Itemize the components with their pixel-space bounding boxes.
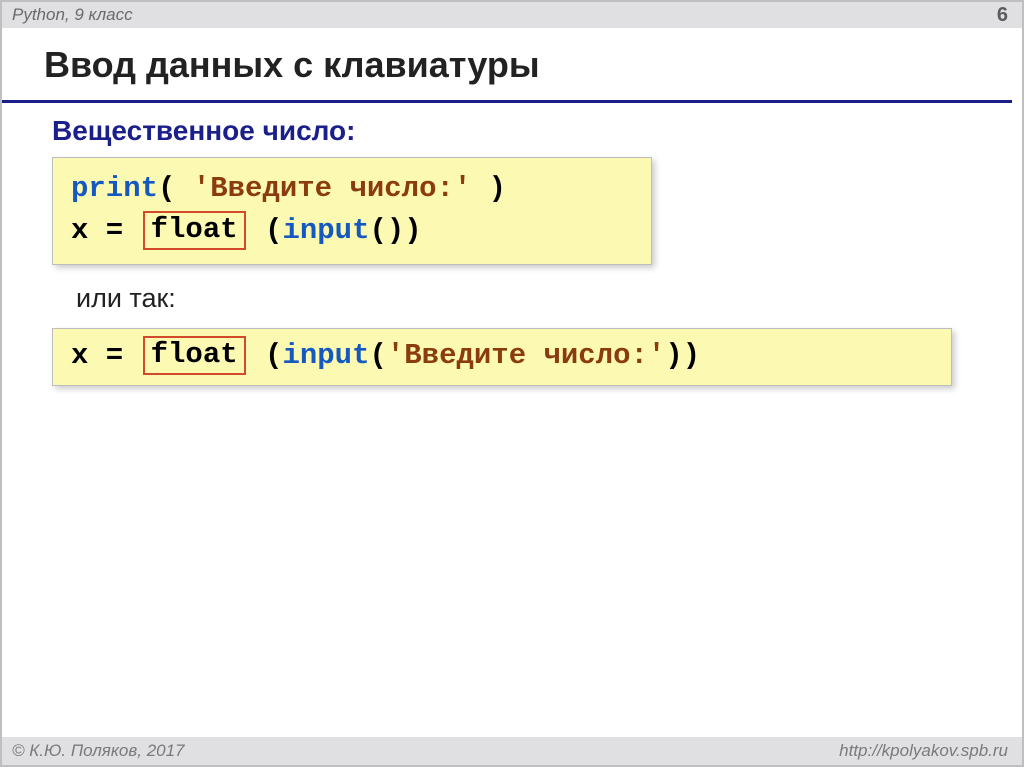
code-text: ( — [369, 339, 386, 372]
code-text: ( — [158, 172, 193, 205]
code-block-1: print( 'Введите число:' ) x = float (inp… — [52, 157, 652, 265]
code-text: ( — [248, 339, 283, 372]
string-literal: 'Введите число:' — [387, 339, 665, 372]
code-text: x = — [71, 214, 141, 247]
subheading: Вещественное число: — [52, 115, 998, 147]
code-line-3: x = float (input('Введите число:')) — [71, 335, 937, 377]
footer-bar: © К.Ю. Поляков, 2017 http://kpolyakov.sp… — [2, 737, 1022, 765]
code-line-1: print( 'Введите число:' ) — [71, 168, 637, 210]
code-text: ( — [248, 214, 283, 247]
header-bar: Python, 9 класс 6 — [2, 2, 1022, 28]
float-highlight-box: float — [143, 336, 246, 375]
code-block-2: x = float (input('Введите число:')) — [52, 328, 952, 386]
content-area: Вещественное число: print( 'Введите числ… — [2, 103, 1022, 765]
code-text: x = — [71, 339, 141, 372]
keyword-input: input — [282, 339, 369, 372]
code-text: ()) — [369, 214, 421, 247]
keyword-input: input — [282, 214, 369, 247]
code-text: )) — [665, 339, 700, 372]
keyword-print: print — [71, 172, 158, 205]
page-number: 6 — [997, 4, 1008, 27]
code-text: ) — [471, 172, 506, 205]
footer-url: http://kpolyakov.spb.ru — [839, 741, 1008, 761]
float-highlight-box: float — [143, 211, 246, 250]
string-literal: 'Введите число:' — [193, 172, 471, 205]
copyright-text: © К.Ю. Поляков, 2017 — [12, 741, 185, 761]
slide: Python, 9 класс 6 Ввод данных с клавиату… — [0, 0, 1024, 767]
code-line-2: x = float (input()) — [71, 210, 637, 252]
or-text: или так: — [76, 283, 998, 314]
course-label: Python, 9 класс — [12, 5, 133, 25]
slide-title: Ввод данных с клавиатуры — [2, 28, 1012, 103]
